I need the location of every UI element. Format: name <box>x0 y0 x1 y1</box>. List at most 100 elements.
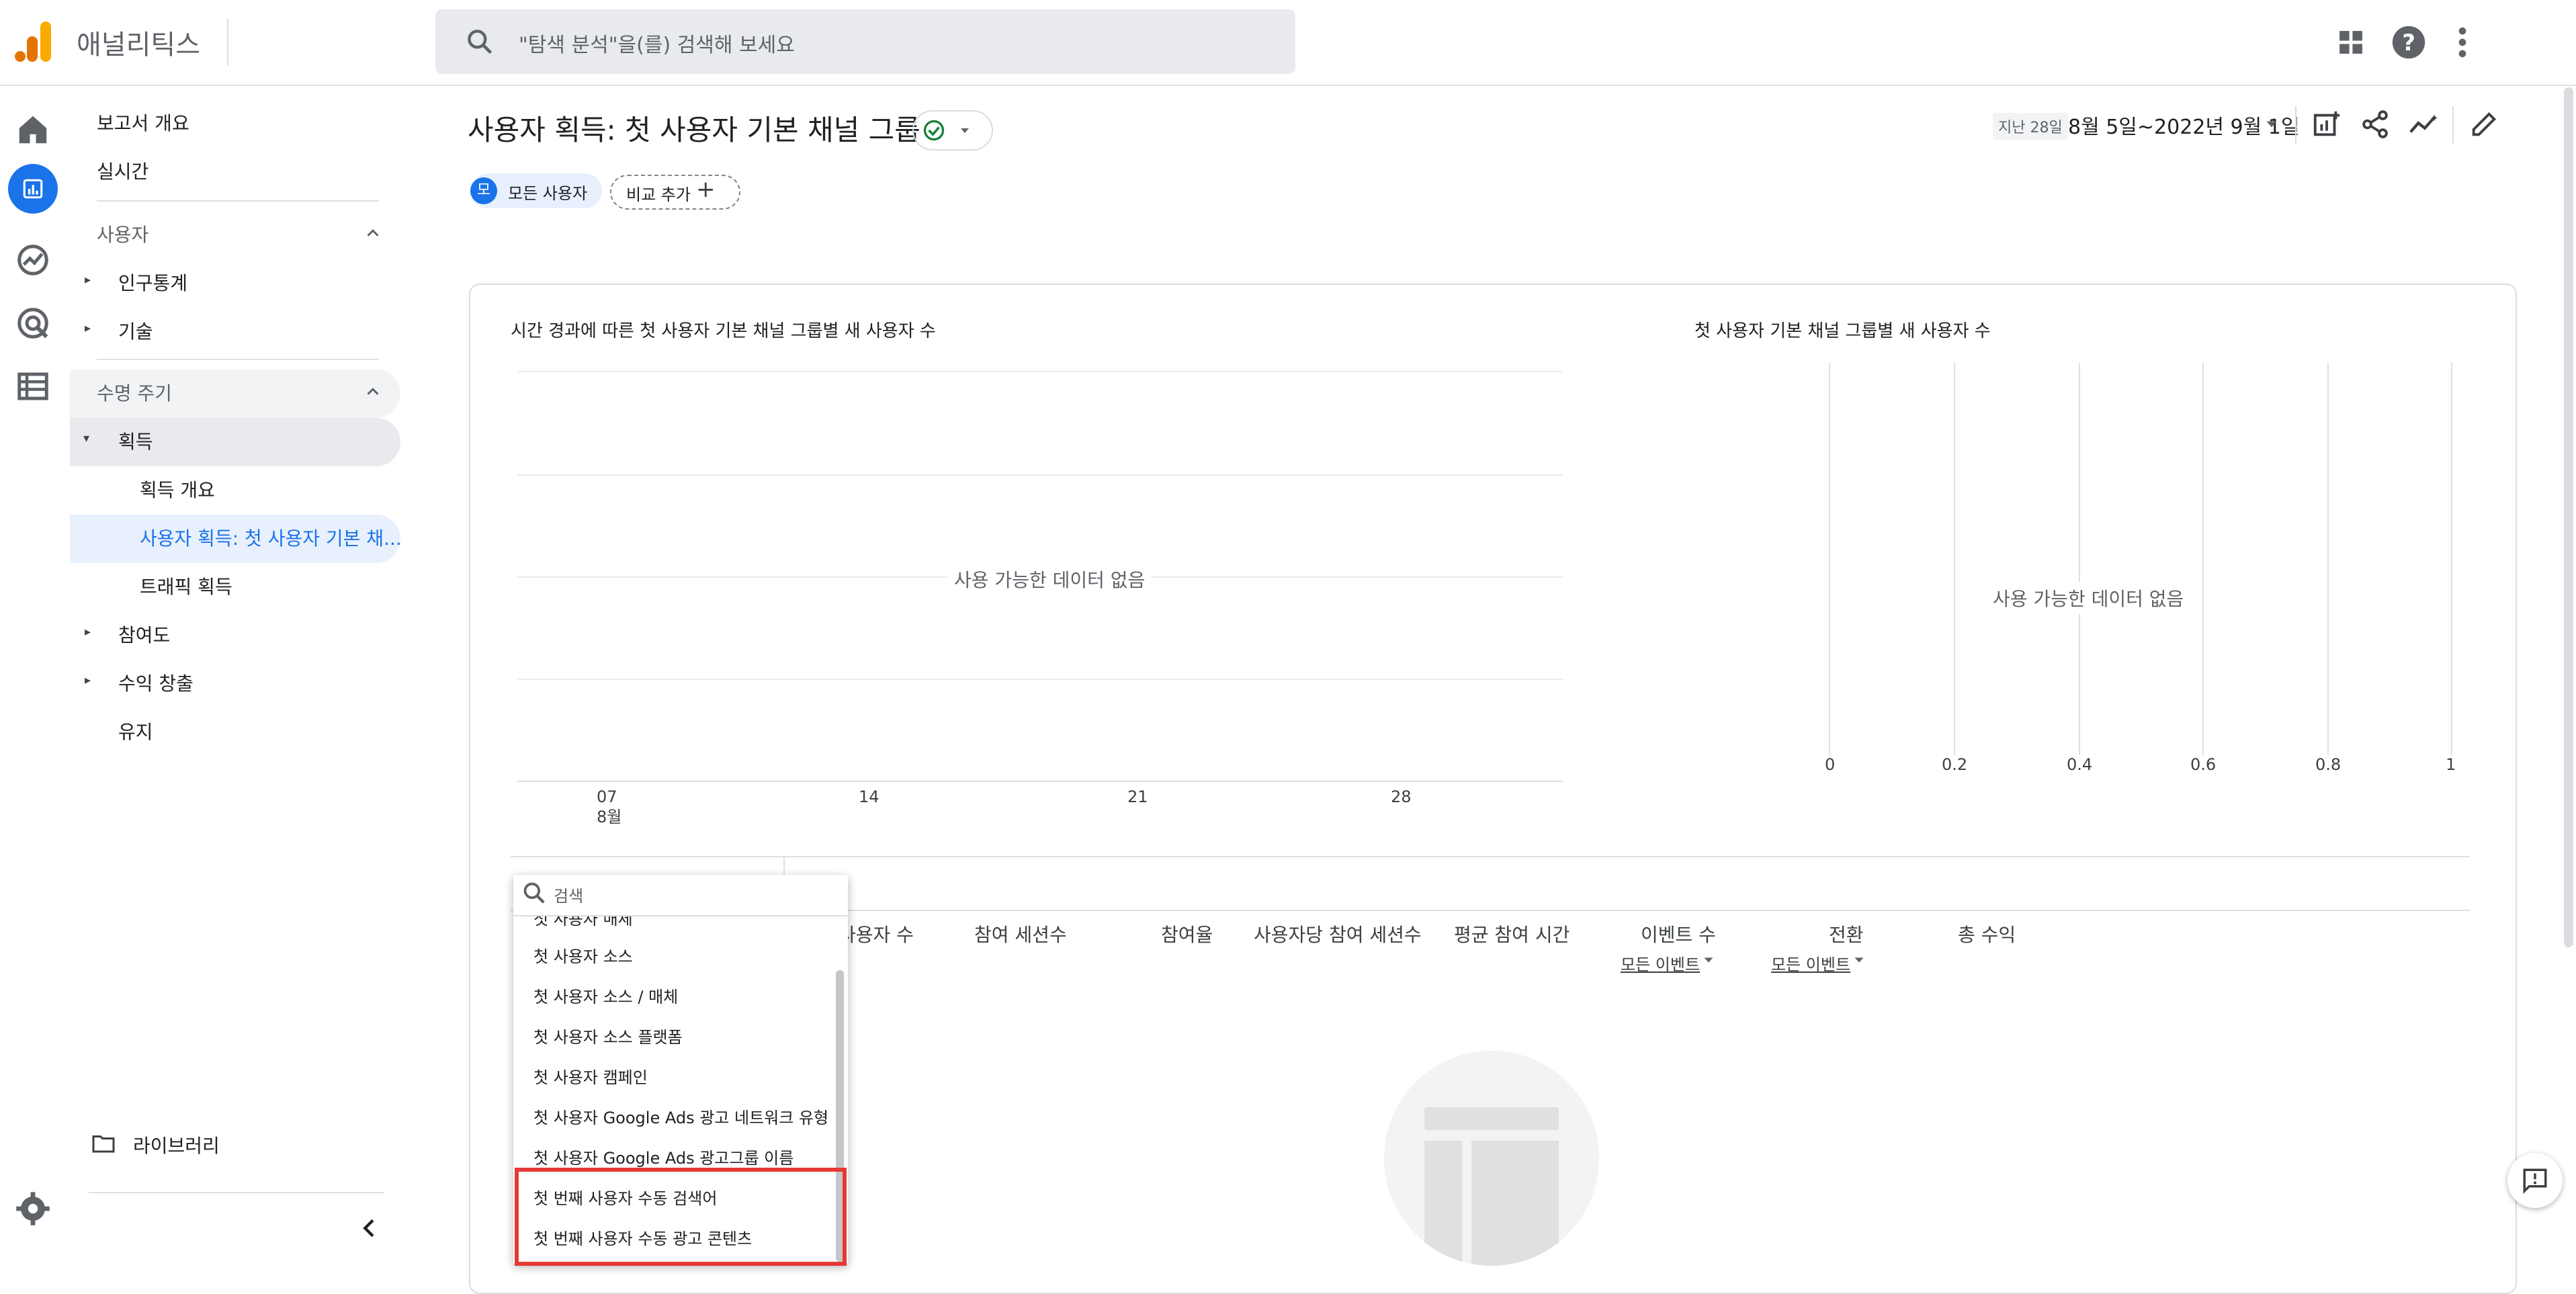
configure-list-icon[interactable] <box>15 368 51 404</box>
column-header-conversions[interactable]: 전환 <box>1829 920 1864 947</box>
x-tick-label: 21 <box>1127 787 1148 806</box>
insights-icon[interactable]: ✦ <box>2408 109 2439 140</box>
page-scrollbar[interactable] <box>2564 87 2573 947</box>
bar-chart-no-data: 사용 가능한 데이터 없음 <box>1986 582 2191 614</box>
x-tick-label: 28 <box>1391 787 1412 806</box>
column-header-sessions-per-user[interactable]: 사용자당 참여 세션수 <box>1254 920 1422 947</box>
more-vert-icon[interactable] <box>2443 23 2482 62</box>
date-range-prefix: 지난 28일 <box>1993 113 2068 140</box>
edit-pencil-icon[interactable] <box>2468 109 2499 140</box>
advertising-icon[interactable] <box>15 305 51 341</box>
chevron-up-icon[interactable] <box>363 223 383 243</box>
x-tick-label: 0 <box>1825 755 1836 774</box>
dropdown-item[interactable]: 첫 사용자 캠페인 <box>533 1064 648 1088</box>
sidebar-item-realtime[interactable]: 실시간 <box>97 157 148 184</box>
bar-chart-icon <box>23 179 43 199</box>
dropdown-item-partial[interactable]: 첫 사용자 매체 <box>533 916 633 929</box>
gridline <box>2327 363 2329 755</box>
collapse-chevron-left-icon[interactable] <box>356 1215 383 1242</box>
customize-report-icon[interactable] <box>2311 109 2342 140</box>
gridline <box>517 474 1563 476</box>
reports-icon[interactable] <box>8 164 58 214</box>
divider <box>513 915 848 916</box>
x-axis-line <box>517 781 1563 782</box>
sidebar-item-acquisition[interactable]: 획득 <box>118 427 153 454</box>
segment-label[interactable]: 모든 사용자 <box>508 180 587 204</box>
highlight-box <box>515 1168 847 1266</box>
caret-right-icon[interactable]: ▸ <box>85 321 91 335</box>
apps-grid-icon[interactable] <box>2331 23 2370 62</box>
app-brand: 애널리틱스 <box>77 30 200 60</box>
caret-right-icon[interactable]: ▸ <box>85 673 91 687</box>
event-filter-dropdown[interactable]: 모든 이벤트 <box>1621 951 1700 975</box>
dropdown-arrow-icon[interactable] <box>1701 953 1716 967</box>
settings-gear-icon[interactable] <box>15 1191 51 1227</box>
svg-text:✦: ✦ <box>2430 112 2439 124</box>
column-header-avg-engagement-time[interactable]: 평균 참여 시간 <box>1454 920 1570 947</box>
search-input[interactable]: "탐색 분석"을(를) 검색해 보세요 <box>519 28 795 58</box>
column-header-engagement-rate[interactable]: 참여율 <box>1161 920 1213 947</box>
dropdown-arrow-icon[interactable] <box>1852 953 1866 967</box>
dropdown-item[interactable]: 첫 사용자 소스 <box>533 943 633 967</box>
sidebar-item-tech[interactable]: 기술 <box>118 317 153 344</box>
report-sidebar: 보고서 개요 실시간 사용자 ▸ 인구통계 ▸ 기술 수명 주기 ▾ 획득 획득… <box>70 86 406 1268</box>
feedback-button[interactable] <box>2507 1153 2563 1208</box>
column-header-total-revenue[interactable]: 총 수익 <box>1958 920 2016 947</box>
search-icon <box>468 30 492 54</box>
sidebar-item-library[interactable]: 라이브러리 <box>133 1131 220 1158</box>
report-status-chip[interactable] <box>912 110 993 150</box>
check-circle-icon <box>923 120 945 141</box>
x-tick-label: 0.6 <box>2190 755 2217 774</box>
line-chart-title: 시간 경과에 따른 첫 사용자 기본 채널 그룹별 새 사용자 수 <box>511 321 936 341</box>
dropdown-item[interactable]: 첫 사용자 Google Ads 광고 네트워크 유형 <box>533 1105 828 1128</box>
segment-avatar: 모 <box>470 177 497 204</box>
sidebar-section-lifecycle[interactable]: 수명 주기 <box>97 379 172 406</box>
dropdown-search-input[interactable]: 검색 <box>554 883 583 906</box>
gridline <box>517 371 1563 372</box>
bar-chart-title: 첫 사용자 기본 채널 그룹별 새 사용자 수 <box>1694 321 1991 341</box>
column-header-users[interactable]: 사용자 수 <box>839 920 914 947</box>
sidebar-item-demographics[interactable]: 인구통계 <box>118 269 187 296</box>
share-icon[interactable] <box>2360 109 2391 140</box>
search-icon <box>523 882 545 904</box>
caret-down-icon[interactable]: ▾ <box>83 431 89 445</box>
divider <box>89 1192 384 1193</box>
sidebar-section-user[interactable]: 사용자 <box>97 220 148 247</box>
date-dropdown-icon[interactable] <box>2263 116 2280 133</box>
plus-icon[interactable]: + <box>696 176 716 203</box>
add-comparison-label[interactable]: 비교 추가 <box>626 181 691 205</box>
help-icon[interactable]: ? <box>2389 23 2428 62</box>
sidebar-item-monetization[interactable]: 수익 창출 <box>118 669 194 696</box>
column-header-event-count[interactable]: 이벤트 수 <box>1641 920 1716 947</box>
caret-right-icon[interactable]: ▸ <box>85 625 91 639</box>
explore-icon[interactable] <box>15 242 51 278</box>
dropdown-item[interactable]: 첫 사용자 소스 / 매체 <box>533 984 678 1007</box>
gridline <box>2079 363 2080 755</box>
x-month-label: 8월 <box>597 808 622 826</box>
dropdown-item[interactable]: 첫 사용자 소스 플랫폼 <box>533 1024 683 1047</box>
conversion-filter-dropdown[interactable]: 모든 이벤트 <box>1771 951 1850 975</box>
sidebar-item-retention[interactable]: 유지 <box>118 718 153 744</box>
column-header-engaged-sessions[interactable]: 참여 세션수 <box>974 920 1067 947</box>
caret-right-icon[interactable]: ▸ <box>85 273 91 287</box>
divider <box>227 19 228 66</box>
x-tick-label: 0.2 <box>1942 755 1968 774</box>
analytics-logo-icon[interactable] <box>13 20 54 63</box>
x-tick-label: 0.8 <box>2315 755 2342 774</box>
sidebar-item-acq-traffic[interactable]: 트래픽 획득 <box>140 572 232 599</box>
dropdown-item[interactable]: 첫 사용자 Google Ads 광고그룹 이름 <box>533 1145 793 1168</box>
table-top-border <box>511 856 2470 857</box>
sidebar-item-overview[interactable]: 보고서 개요 <box>97 109 189 136</box>
sidebar-item-engagement[interactable]: 참여도 <box>118 621 170 648</box>
empty-table-illustration <box>1384 1051 1599 1266</box>
divider <box>97 359 379 360</box>
search-bar[interactable]: "탐색 분석"을(를) 검색해 보세요 <box>435 9 1295 74</box>
gridline <box>2202 363 2204 755</box>
sidebar-item-acq-overview[interactable]: 획득 개요 <box>140 476 215 503</box>
x-tick-label: 1 <box>2446 755 2456 774</box>
sidebar-item-acq-user[interactable]: 사용자 획득: 첫 사용자 기본 채... <box>140 524 402 551</box>
home-icon[interactable] <box>15 112 51 148</box>
divider <box>97 200 379 202</box>
chevron-up-icon[interactable] <box>363 382 383 402</box>
svg-text:?: ? <box>2402 30 2415 56</box>
